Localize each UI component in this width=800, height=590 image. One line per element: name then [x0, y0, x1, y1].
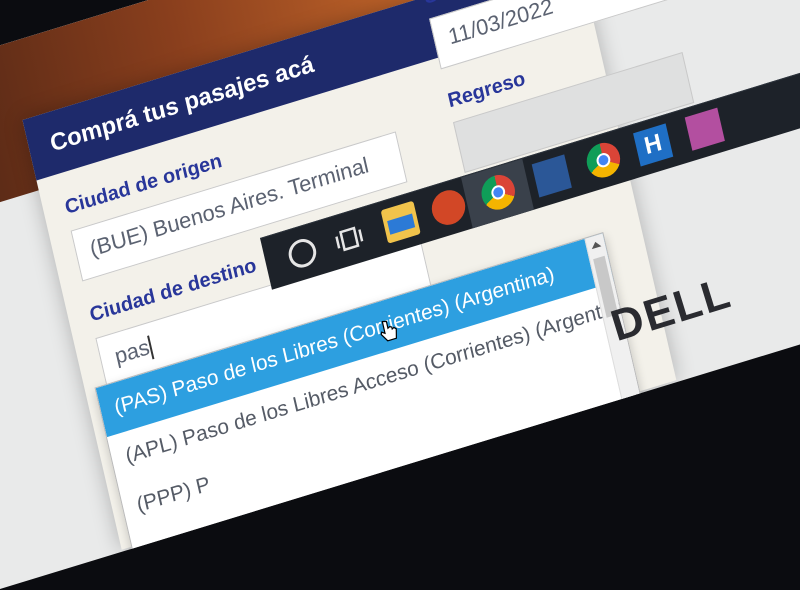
calculator-icon[interactable]: [531, 154, 572, 198]
app-h-icon[interactable]: H: [633, 123, 674, 167]
scroll-up-arrow-icon[interactable]: [590, 240, 602, 250]
task-view-icon[interactable]: [332, 221, 367, 257]
powerpoint-icon[interactable]: [428, 185, 469, 230]
file-explorer-icon[interactable]: [380, 200, 421, 244]
paint-icon[interactable]: [684, 107, 725, 151]
chrome-icon[interactable]: [583, 138, 624, 182]
departure-date-input[interactable]: 11/03/2022: [429, 0, 671, 70]
destination-input-text: pas: [112, 334, 152, 369]
search-circle-icon[interactable]: [285, 235, 319, 272]
